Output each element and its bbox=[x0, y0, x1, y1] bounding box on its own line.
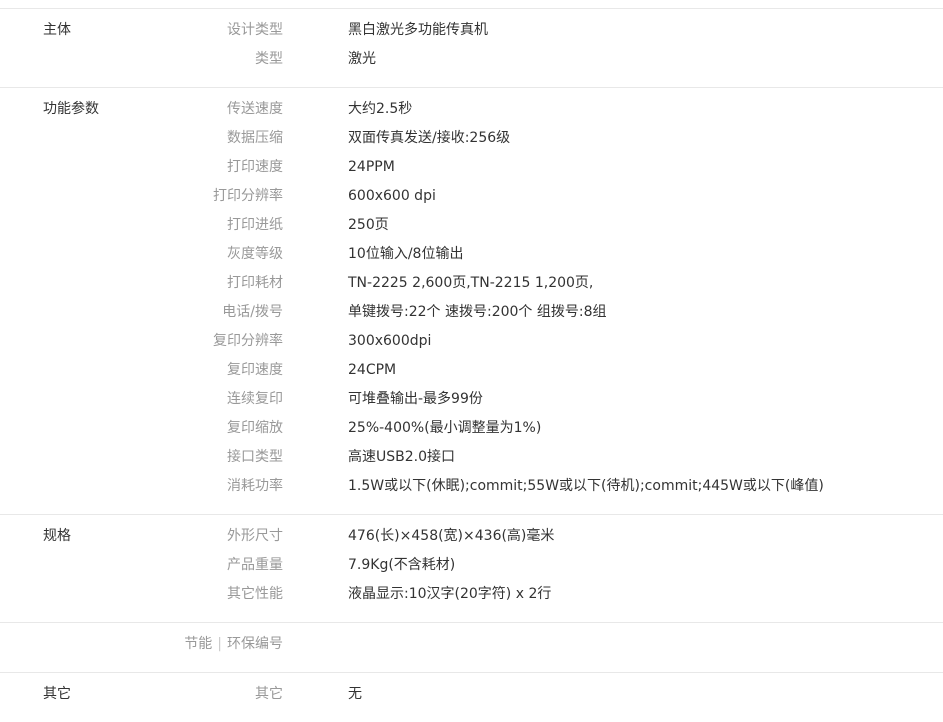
label-energy-saving: 节能 bbox=[184, 636, 213, 652]
spec-label: 传送速度 bbox=[227, 101, 283, 117]
spec-value: 无 bbox=[348, 686, 362, 702]
spec-value: 激光 bbox=[348, 51, 376, 67]
spec-row: 接口类型 高速USB2.0接口 bbox=[0, 446, 943, 475]
spec-value: 大约2.5秒 bbox=[348, 101, 413, 117]
spec-value: 250页 bbox=[348, 217, 389, 233]
spec-label: 外形尺寸 bbox=[227, 528, 283, 544]
spec-group-eco: 节能 | 环保编号 bbox=[0, 623, 943, 673]
spec-row: 打印分辨率 600x600 dpi bbox=[0, 185, 943, 214]
spec-group-other: 其它 其它 无 bbox=[0, 673, 943, 722]
spec-row: 打印速度 24PPM bbox=[0, 156, 943, 185]
spec-row: 复印分辨率 300x600dpi bbox=[0, 330, 943, 359]
spec-label: 产品重量 bbox=[227, 557, 283, 573]
spec-row: 设计类型 黑白激光多功能传真机 bbox=[0, 19, 943, 48]
spec-value: 600x600 dpi bbox=[348, 188, 436, 204]
spec-label: 打印耗材 bbox=[227, 275, 283, 291]
spec-row: 节能 | 环保编号 bbox=[0, 633, 943, 662]
spec-value: 7.9Kg(不含耗材) bbox=[348, 557, 456, 573]
spec-value: 单键拨号:22个 速拨号:200个 组拨号:8组 bbox=[348, 304, 607, 320]
spec-label: 其它 bbox=[255, 686, 283, 702]
spec-label: 其它性能 bbox=[227, 586, 283, 602]
spec-value: 300x600dpi bbox=[348, 333, 432, 349]
spec-group-function: 功能参数 传送速度 大约2.5秒 数据压缩 双面传真发送/接收:256级 打印速… bbox=[0, 88, 943, 515]
spec-row: 产品重量 7.9Kg(不含耗材) bbox=[0, 554, 943, 583]
spec-row: 传送速度 大约2.5秒 bbox=[0, 98, 943, 127]
spec-row: 打印耗材 TN-2225 2,600页,TN-2215 1,200页, bbox=[0, 272, 943, 301]
spec-value: 高速USB2.0接口 bbox=[348, 449, 456, 465]
spec-label: 设计类型 bbox=[227, 22, 283, 38]
spec-label: 打印进纸 bbox=[227, 217, 283, 233]
spec-value: 可堆叠输出-最多99份 bbox=[348, 391, 483, 407]
spec-row: 数据压缩 双面传真发送/接收:256级 bbox=[0, 127, 943, 156]
spec-group-spec: 规格 外形尺寸 476(长)×458(宽)×436(高)毫米 产品重量 7.9K… bbox=[0, 515, 943, 623]
spec-row: 类型 激光 bbox=[0, 48, 943, 77]
spec-value: 10位输入/8位输出 bbox=[348, 246, 464, 262]
spec-label: 数据压缩 bbox=[227, 130, 283, 146]
spec-label: 节能 | 环保编号 bbox=[184, 635, 283, 653]
spec-row: 连续复印 可堆叠输出-最多99份 bbox=[0, 388, 943, 417]
spec-value: 黑白激光多功能传真机 bbox=[348, 22, 488, 38]
spec-table: 主体 设计类型 黑白激光多功能传真机 类型 激光 功能参数 传送速度 大约2.5… bbox=[0, 8, 943, 722]
spec-row: 外形尺寸 476(长)×458(宽)×436(高)毫米 bbox=[0, 525, 943, 554]
spec-row: 消耗功率 1.5W或以下(休眠);commit;55W或以下(待机);commi… bbox=[0, 475, 943, 504]
spec-row: 电话/拨号 单键拨号:22个 速拨号:200个 组拨号:8组 bbox=[0, 301, 943, 330]
spec-value: 液晶显示:10汉字(20字符) x 2行 bbox=[348, 586, 552, 602]
spec-label: 电话/拨号 bbox=[222, 304, 283, 320]
spec-label: 复印速度 bbox=[227, 362, 283, 378]
spec-label: 灰度等级 bbox=[227, 246, 283, 262]
spec-value: 24CPM bbox=[348, 362, 397, 378]
spec-label: 复印缩放 bbox=[227, 420, 283, 436]
spec-group-main: 主体 设计类型 黑白激光多功能传真机 类型 激光 bbox=[0, 9, 943, 88]
spec-label: 消耗功率 bbox=[227, 478, 283, 494]
spec-value: 双面传真发送/接收:256级 bbox=[348, 130, 511, 146]
spec-row: 复印缩放 25%-400%(最小调整量为1%) bbox=[0, 417, 943, 446]
spec-value: 25%-400%(最小调整量为1%) bbox=[348, 420, 542, 436]
spec-row: 灰度等级 10位输入/8位输出 bbox=[0, 243, 943, 272]
spec-label: 打印速度 bbox=[227, 159, 283, 175]
label-separator: | bbox=[217, 636, 222, 652]
spec-value: 1.5W或以下(休眠);commit;55W或以下(待机);commit;445… bbox=[348, 478, 824, 494]
spec-value: 24PPM bbox=[348, 159, 395, 175]
spec-value: TN-2225 2,600页,TN-2215 1,200页, bbox=[348, 275, 594, 291]
spec-label: 类型 bbox=[255, 51, 283, 67]
label-eco-number: 环保编号 bbox=[227, 636, 283, 652]
spec-row: 其它 无 bbox=[0, 683, 943, 712]
spec-label: 接口类型 bbox=[227, 449, 283, 465]
spec-label: 打印分辨率 bbox=[213, 188, 283, 204]
spec-value: 476(长)×458(宽)×436(高)毫米 bbox=[348, 528, 555, 544]
spec-row: 复印速度 24CPM bbox=[0, 359, 943, 388]
spec-row: 其它性能 液晶显示:10汉字(20字符) x 2行 bbox=[0, 583, 943, 612]
spec-label: 复印分辨率 bbox=[213, 333, 283, 349]
spec-label: 连续复印 bbox=[227, 391, 283, 407]
spec-row: 打印进纸 250页 bbox=[0, 214, 943, 243]
